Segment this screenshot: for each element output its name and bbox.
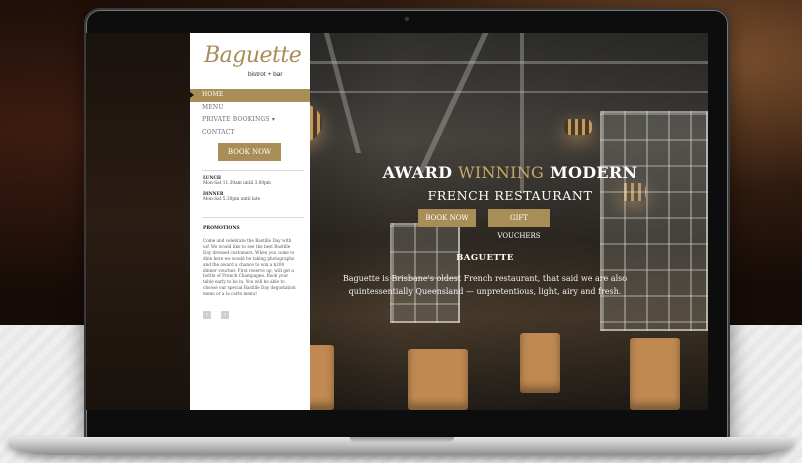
chair (408, 349, 468, 410)
screen-left-area (86, 33, 190, 410)
main-nav: HOME MENU PRIVATE BOOKINGS ▾ CONTACT (190, 89, 310, 139)
logo-wordmark: Baguette (204, 43, 302, 68)
nav-item-private-bookings[interactable]: PRIVATE BOOKINGS ▾ (190, 114, 310, 127)
promo-next-button[interactable]: › (221, 311, 229, 319)
hero-subtitle: FRENCH RESTAURANT (427, 188, 593, 203)
hero-title: AWARD WINNING MODERN (312, 163, 708, 182)
laptop-hinge-notch (350, 437, 454, 443)
hero-book-now-button[interactable]: BOOK NOW (418, 209, 476, 227)
hero-title-part1: AWARD (382, 163, 459, 182)
window (600, 111, 708, 331)
promotions-text: Come and celebrate the Bastille Day with… (203, 238, 296, 297)
dinner-time: Mon-Sat 5.30pm until late (203, 197, 261, 203)
sidebar: Baguette bistrot + bar HOME MENU PRIVATE… (190, 33, 310, 410)
camera-icon (404, 16, 410, 22)
divider (202, 217, 304, 218)
chair (520, 333, 560, 393)
about-text: Baguette is Brisbane's oldest French res… (342, 274, 628, 296)
lunch-hours: LUNCH Mon-Sat 11.30am until 3.00pm (203, 176, 303, 187)
chevron-left-icon: ‹ (205, 311, 209, 318)
pendant-lamp (564, 119, 592, 135)
logo[interactable]: Baguette bistrot + bar (202, 43, 302, 87)
logo-tagline: bistrot + bar (248, 71, 283, 78)
chevron-right-icon: › (223, 311, 227, 318)
about-heading: BAGUETTE (456, 253, 514, 263)
promotions-title: PROMOTIONS (203, 226, 240, 231)
promo-prev-button[interactable]: ‹ (203, 311, 211, 319)
gift-vouchers-button[interactable]: GIFT VOUCHERS (488, 209, 550, 240)
sidebar-book-now-button[interactable]: BOOK NOW (218, 143, 281, 161)
hero-title-highlight: WINNING (458, 163, 545, 182)
dinner-hours: DINNER Mon-Sat 5.30pm until late (203, 192, 303, 203)
hero-title-part3: MODERN (544, 163, 638, 182)
chair (630, 338, 680, 410)
nav-item-menu[interactable]: MENU (190, 102, 310, 115)
nav-item-home[interactable]: HOME (190, 89, 310, 102)
lunch-time: Mon-Sat 11.30am until 3.00pm (203, 181, 271, 187)
divider (202, 170, 304, 171)
nav-item-contact[interactable]: CONTACT (190, 127, 310, 140)
